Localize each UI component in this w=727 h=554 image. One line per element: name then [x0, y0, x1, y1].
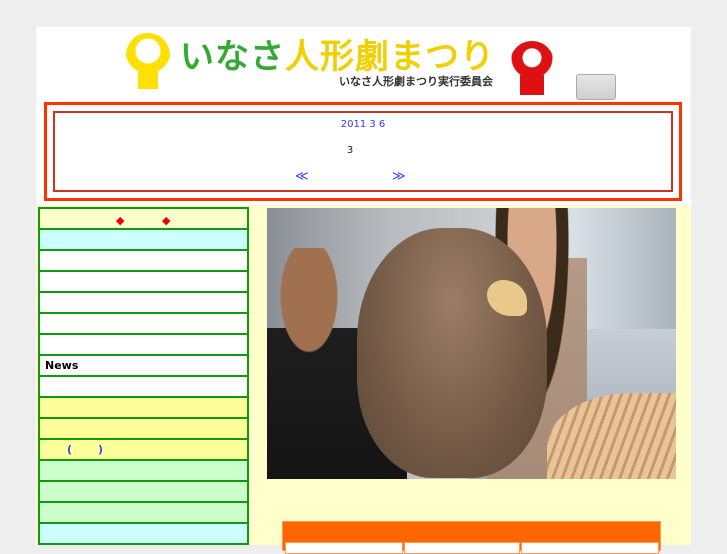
parenthesis: ( — [67, 443, 73, 456]
sidebar-item[interactable] — [40, 398, 247, 419]
sidebar-item[interactable] — [40, 335, 247, 356]
parenthesis: ) — [98, 443, 104, 456]
sidebar-item-label: News — [45, 359, 79, 372]
diamond-icon: ◆ — [162, 214, 171, 227]
notice-text: 3 — [346, 145, 354, 156]
sidebar-item[interactable] — [40, 293, 247, 314]
diamond-icon: ◆ — [116, 214, 125, 227]
sidebar-nav: ◆ ◆ News() — [38, 207, 249, 545]
sidebar-item[interactable] — [40, 461, 247, 482]
sidebar-item[interactable] — [40, 377, 247, 398]
sidebar-item[interactable]: News — [40, 356, 247, 377]
site-logo[interactable]: いなさ人形劇まつり いなさ人形劇まつり実行委員会 — [124, 29, 564, 101]
sidebar-item[interactable] — [40, 482, 247, 503]
logo-subtitle: いなさ人形劇まつり実行委員会 — [339, 75, 493, 88]
notice-box: 2011 3 6 3 ≪ ≫ — [44, 102, 682, 201]
sidebar-item[interactable] — [40, 419, 247, 440]
sidebar-item[interactable]: () — [40, 440, 247, 461]
schedule-table-header — [282, 521, 661, 554]
main-photo — [267, 208, 676, 479]
sidebar-item[interactable] — [40, 503, 247, 524]
sidebar-item[interactable] — [40, 524, 247, 545]
sidebar-item[interactable] — [40, 251, 247, 272]
logo-title: いなさ人形劇まつり — [180, 37, 495, 77]
header: いなさ人形劇まつり いなさ人形劇まつり実行委員会 2011 3 6 3 ≪ ≫ — [36, 27, 691, 205]
sidebar-item[interactable] — [40, 272, 247, 293]
girl-mascot-icon — [126, 33, 170, 93]
boy-mascot-icon — [510, 41, 554, 101]
sidebar-item[interactable] — [40, 230, 247, 251]
prev-link[interactable]: ≪ — [295, 169, 309, 184]
page-container: いなさ人形劇まつり いなさ人形劇まつり実行委員会 2011 3 6 3 ≪ ≫ … — [36, 27, 691, 554]
next-link[interactable]: ≫ — [392, 169, 406, 184]
sidebar-item[interactable]: ◆ ◆ — [40, 209, 247, 230]
header-button[interactable] — [576, 74, 616, 100]
sidebar-item[interactable] — [40, 314, 247, 335]
notice-date[interactable]: 2011 3 6 — [55, 119, 671, 130]
